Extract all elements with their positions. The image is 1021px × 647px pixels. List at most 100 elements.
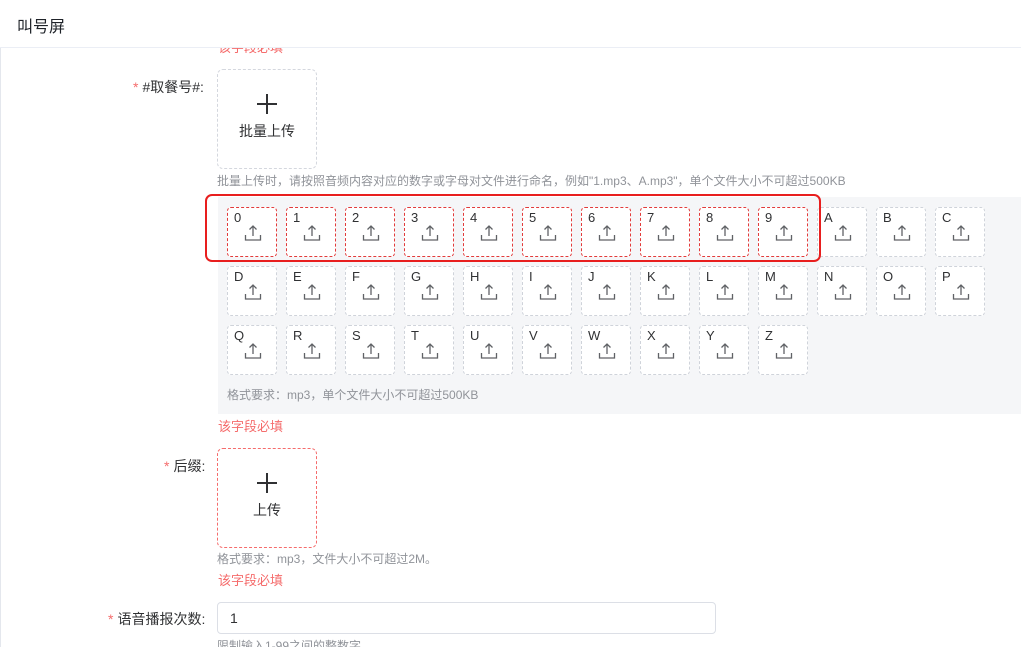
char-slot-5[interactable]: 5: [522, 207, 572, 257]
upload-icon: [362, 224, 380, 242]
char-slot-f[interactable]: F: [345, 266, 395, 316]
char-slot-k[interactable]: K: [640, 266, 690, 316]
upload-icon: [303, 283, 321, 301]
char-slot-3[interactable]: 3: [404, 207, 454, 257]
char-slot-label: O: [883, 269, 894, 284]
char-slot-j[interactable]: J: [581, 266, 631, 316]
plus-icon: [257, 94, 277, 114]
char-slot-0[interactable]: 0: [227, 207, 277, 257]
char-slot-9[interactable]: 9: [758, 207, 808, 257]
char-slot-i[interactable]: I: [522, 266, 572, 316]
char-slot-d[interactable]: D: [227, 266, 277, 316]
grid-format-hint: 格式要求：mp3，单个文件大小不可超过500KB: [227, 388, 479, 402]
char-slot-a[interactable]: A: [817, 207, 867, 257]
suffix-error: 该字段必填: [218, 573, 284, 588]
upload-icon: [834, 224, 852, 242]
upload-icon: [952, 224, 970, 242]
char-slot-label: S: [352, 328, 361, 343]
char-slot-label: J: [588, 269, 595, 284]
char-slot-7[interactable]: 7: [640, 207, 690, 257]
char-slot-r[interactable]: R: [286, 325, 336, 375]
batch-upload-label: 批量上传: [239, 123, 295, 139]
char-slot-label: 9: [765, 210, 773, 225]
char-slot-label: B: [883, 210, 892, 225]
page-title: 叫号屏: [17, 19, 66, 36]
char-slot-label: C: [942, 210, 952, 225]
char-slot-8[interactable]: 8: [699, 207, 749, 257]
upload-icon: [244, 342, 262, 360]
suffix-upload-button[interactable]: 上传: [217, 448, 317, 548]
suffix-hint: 格式要求：mp3，文件大小不可超过2M。: [217, 552, 438, 566]
char-slot-label: X: [647, 328, 656, 343]
char-slot-t[interactable]: T: [404, 325, 454, 375]
repeat-label-text: 语音播报次数:: [117, 611, 206, 627]
upload-icon: [421, 224, 439, 242]
char-slot-label: 7: [647, 210, 655, 225]
char-slot-4[interactable]: 4: [463, 207, 513, 257]
required-asterisk: *: [108, 611, 114, 627]
char-slot-label: 8: [706, 210, 714, 225]
page-header: 叫号屏: [0, 0, 1021, 48]
upload-icon: [421, 342, 439, 360]
char-slot-label: 3: [411, 210, 419, 225]
char-slot-label: K: [647, 269, 656, 284]
pickup-label: * #取餐号#:: [133, 77, 204, 97]
upload-icon: [480, 283, 498, 301]
char-slot-c[interactable]: C: [935, 207, 985, 257]
char-slot-label: R: [293, 328, 303, 343]
char-slot-label: L: [706, 269, 714, 284]
char-slot-label: A: [824, 210, 833, 225]
upload-icon: [421, 283, 439, 301]
char-slot-o[interactable]: O: [876, 266, 926, 316]
char-slot-label: U: [470, 328, 480, 343]
char-slot-n[interactable]: N: [817, 266, 867, 316]
char-slot-z[interactable]: Z: [758, 325, 808, 375]
char-slot-label: H: [470, 269, 480, 284]
char-slot-g[interactable]: G: [404, 266, 454, 316]
char-slot-u[interactable]: U: [463, 325, 513, 375]
upload-icon: [657, 342, 675, 360]
upload-icon: [834, 283, 852, 301]
char-slot-w[interactable]: W: [581, 325, 631, 375]
upload-icon: [952, 283, 970, 301]
batch-upload-button[interactable]: 批量上传: [217, 69, 317, 169]
upload-icon: [480, 342, 498, 360]
char-slot-label: M: [765, 269, 776, 284]
repeat-count-input[interactable]: [217, 602, 716, 634]
char-slot-label: 2: [352, 210, 360, 225]
char-slot-label: W: [588, 328, 601, 343]
char-slot-6[interactable]: 6: [581, 207, 631, 257]
char-slot-label: V: [529, 328, 538, 343]
char-slot-1[interactable]: 1: [286, 207, 336, 257]
char-slot-q[interactable]: Q: [227, 325, 277, 375]
char-slot-label: N: [824, 269, 834, 284]
upload-icon: [598, 342, 616, 360]
char-slot-b[interactable]: B: [876, 207, 926, 257]
char-slot-label: 4: [470, 210, 478, 225]
char-slot-e[interactable]: E: [286, 266, 336, 316]
char-slot-m[interactable]: M: [758, 266, 808, 316]
char-slot-label: D: [234, 269, 244, 284]
required-asterisk: *: [133, 79, 139, 95]
char-slot-s[interactable]: S: [345, 325, 395, 375]
upload-icon: [244, 224, 262, 242]
batch-upload-hint: 批量上传时，请按照音频内容对应的数字或字母对文件进行命名，例如"1.mp3、A.…: [217, 174, 846, 188]
char-slot-y[interactable]: Y: [699, 325, 749, 375]
char-slot-p[interactable]: P: [935, 266, 985, 316]
upload-icon: [598, 283, 616, 301]
char-slot-label: I: [529, 269, 533, 284]
suffix-label: * 后缀:: [164, 456, 205, 476]
upload-icon: [598, 224, 616, 242]
upload-icon: [657, 224, 675, 242]
char-slot-x[interactable]: X: [640, 325, 690, 375]
upload-icon: [893, 224, 911, 242]
plus-icon: [257, 473, 277, 493]
char-slot-l[interactable]: L: [699, 266, 749, 316]
char-slot-h[interactable]: H: [463, 266, 513, 316]
char-slot-label: 0: [234, 210, 242, 225]
char-slot-v[interactable]: V: [522, 325, 572, 375]
upload-icon: [244, 283, 262, 301]
upload-icon: [539, 224, 557, 242]
char-slot-label: Z: [765, 328, 773, 343]
char-slot-2[interactable]: 2: [345, 207, 395, 257]
